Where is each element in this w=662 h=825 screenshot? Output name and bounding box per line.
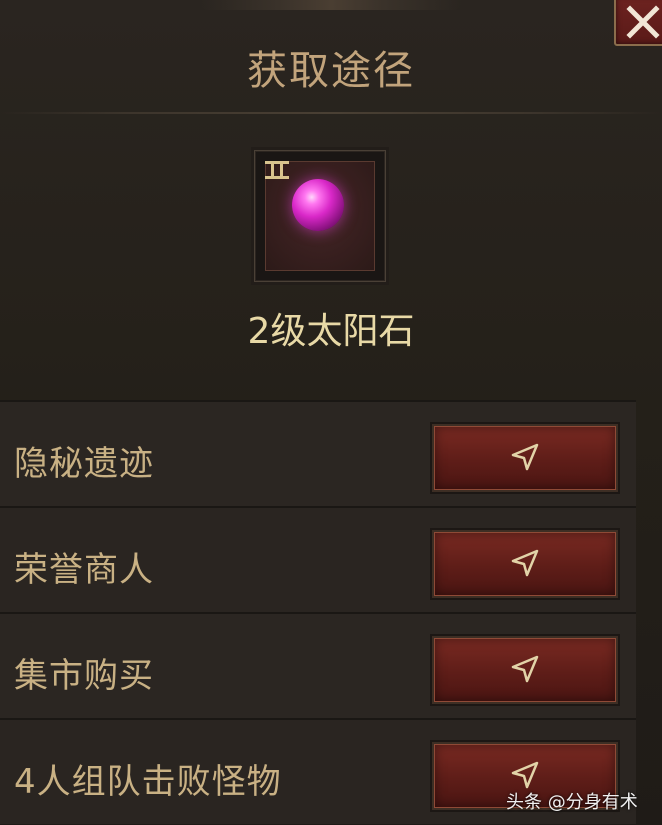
item-name: 2级太阳石 bbox=[247, 311, 415, 352]
gem-icon bbox=[292, 179, 344, 231]
source-label: 4人组队击败怪物 bbox=[14, 762, 282, 802]
page-title: 获取途径 bbox=[247, 48, 415, 94]
tier-icon bbox=[265, 161, 289, 179]
source-row-market-purchase: 集市购买 bbox=[0, 612, 636, 718]
close-icon bbox=[626, 5, 660, 39]
go-button-hidden-ruins[interactable] bbox=[432, 424, 618, 492]
source-row-honor-merchant: 荣誉商人 bbox=[0, 506, 636, 612]
navigate-arrow-icon bbox=[511, 549, 539, 577]
source-label: 荣誉商人 bbox=[14, 550, 154, 590]
go-button-market-purchase[interactable] bbox=[432, 636, 618, 704]
navigate-arrow-icon bbox=[511, 761, 539, 789]
navigate-arrow-icon bbox=[511, 655, 539, 683]
acquisition-panel: 获取途径 2级太阳石 隐秘遗迹 荣誉商人 集市购买 4人组队击败怪物 头条 @分… bbox=[0, 0, 662, 825]
source-list: 隐秘遗迹 荣誉商人 集市购买 4人组队击败怪物 bbox=[0, 400, 636, 824]
top-ornament bbox=[200, 0, 462, 10]
source-row-hidden-ruins: 隐秘遗迹 bbox=[0, 400, 636, 506]
go-button-honor-merchant[interactable] bbox=[432, 530, 618, 598]
navigate-arrow-icon bbox=[511, 443, 539, 471]
title-divider bbox=[0, 112, 662, 114]
source-label: 集市购买 bbox=[14, 656, 154, 696]
source-label: 隐秘遗迹 bbox=[14, 444, 154, 484]
watermark: 头条 @分身有术 bbox=[506, 792, 638, 813]
